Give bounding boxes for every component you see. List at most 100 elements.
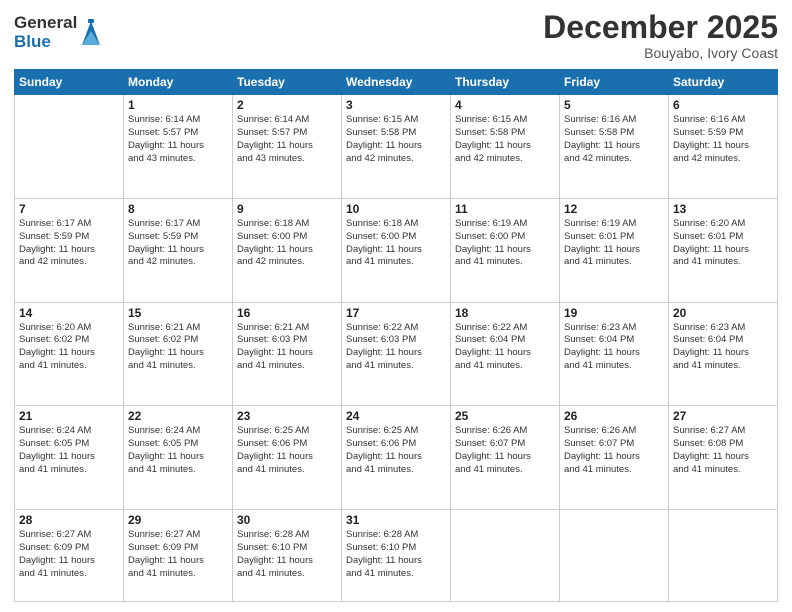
day-number: 8 [128, 202, 228, 216]
day-info: Sunrise: 6:16 AMSunset: 5:59 PMDaylight:… [673, 114, 773, 165]
day-cell: 22 Sunrise: 6:24 AMSunset: 6:05 PMDayligh… [124, 406, 233, 510]
day-number: 26 [564, 409, 664, 423]
day-info: Sunrise: 6:18 AMSunset: 6:00 PMDaylight:… [346, 218, 446, 269]
day-info: Sunrise: 6:22 AMSunset: 6:03 PMDaylight:… [346, 322, 446, 373]
day-cell: 1Sunrise: 6:14 AMSunset: 5:57 PMDaylight… [124, 95, 233, 199]
day-number: 10 [346, 202, 446, 216]
day-number: 21 [19, 409, 119, 423]
header-cell-sunday: Sunday [15, 70, 124, 95]
day-cell: 19Sunrise: 6:23 AMSunset: 6:04 PMDayligh… [560, 302, 669, 406]
day-info: Sunrise: 6:14 AMSunset: 5:57 PMDaylight:… [237, 114, 337, 165]
day-number: 3 [346, 98, 446, 112]
day-cell: 2 Sunrise: 6:14 AMSunset: 5:57 PMDaylight… [233, 95, 342, 199]
day-info: Sunrise: 6:25 AMSunset: 6:06 PMDaylight:… [346, 425, 446, 476]
day-cell: 25Sunrise: 6:26 AMSunset: 6:07 PMDayligh… [451, 406, 560, 510]
day-number: 18 [455, 306, 555, 320]
header-cell-saturday: Saturday [669, 70, 778, 95]
day-cell: 6 Sunrise: 6:16 AMSunset: 5:59 PMDaylight… [669, 95, 778, 199]
day-cell: 26 Sunrise: 6:26 AMSunset: 6:07 PMDayligh… [560, 406, 669, 510]
day-number: 20 [673, 306, 773, 320]
calendar-table: SundayMondayTuesdayWednesdayThursdayFrid… [14, 69, 778, 602]
day-cell: 5Sunrise: 6:16 AMSunset: 5:58 PMDaylight… [560, 95, 669, 199]
day-info: Sunrise: 6:20 AMSunset: 6:01 PMDaylight:… [673, 218, 773, 269]
day-cell: 29 Sunrise: 6:27 AMSunset: 6:09 PMDayligh… [124, 510, 233, 602]
day-info: Sunrise: 6:21 AMSunset: 6:03 PMDaylight:… [237, 322, 337, 373]
day-cell: 4 Sunrise: 6:15 AMSunset: 5:58 PMDaylight… [451, 95, 560, 199]
day-number: 22 [128, 409, 228, 423]
day-cell: 24Sunrise: 6:25 AMSunset: 6:06 PMDayligh… [342, 406, 451, 510]
day-number: 17 [346, 306, 446, 320]
day-number: 30 [237, 513, 337, 527]
day-number: 13 [673, 202, 773, 216]
week-row-1: 1Sunrise: 6:14 AMSunset: 5:57 PMDaylight… [15, 95, 778, 199]
day-number: 14 [19, 306, 119, 320]
day-cell [669, 510, 778, 602]
location: Bouyabo, Ivory Coast [543, 45, 778, 61]
logo-text: General Blue [14, 14, 77, 51]
day-info: Sunrise: 6:19 AMSunset: 6:00 PMDaylight:… [455, 218, 555, 269]
day-info: Sunrise: 6:22 AMSunset: 6:04 PMDaylight:… [455, 322, 555, 373]
day-cell: 13 Sunrise: 6:20 AMSunset: 6:01 PMDayligh… [669, 198, 778, 302]
day-info: Sunrise: 6:17 AMSunset: 5:59 PMDaylight:… [19, 218, 119, 269]
day-number: 27 [673, 409, 773, 423]
day-cell: 21Sunrise: 6:24 AMSunset: 6:05 PMDayligh… [15, 406, 124, 510]
logo-general: General [14, 14, 77, 33]
day-number: 5 [564, 98, 664, 112]
day-info: Sunrise: 6:26 AMSunset: 6:07 PMDaylight:… [455, 425, 555, 476]
month-title: December 2025 [543, 10, 778, 45]
day-info: Sunrise: 6:28 AMSunset: 6:10 PMDaylight:… [237, 529, 337, 580]
week-row-5: 28Sunrise: 6:27 AMSunset: 6:09 PMDayligh… [15, 510, 778, 602]
day-cell: 23Sunrise: 6:25 AMSunset: 6:06 PMDayligh… [233, 406, 342, 510]
day-cell: 27 Sunrise: 6:27 AMSunset: 6:08 PMDayligh… [669, 406, 778, 510]
day-info: Sunrise: 6:23 AMSunset: 6:04 PMDaylight:… [564, 322, 664, 373]
day-info: Sunrise: 6:17 AMSunset: 5:59 PMDaylight:… [128, 218, 228, 269]
header-cell-monday: Monday [124, 70, 233, 95]
day-info: Sunrise: 6:24 AMSunset: 6:05 PMDaylight:… [128, 425, 228, 476]
header-row: SundayMondayTuesdayWednesdayThursdayFrid… [15, 70, 778, 95]
day-info: Sunrise: 6:23 AMSunset: 6:04 PMDaylight:… [673, 322, 773, 373]
day-info: Sunrise: 6:20 AMSunset: 6:02 PMDaylight:… [19, 322, 119, 373]
header-cell-wednesday: Wednesday [342, 70, 451, 95]
day-cell: 3 Sunrise: 6:15 AMSunset: 5:58 PMDaylight… [342, 95, 451, 199]
day-info: Sunrise: 6:27 AMSunset: 6:08 PMDaylight:… [673, 425, 773, 476]
day-number: 31 [346, 513, 446, 527]
day-info: Sunrise: 6:19 AMSunset: 6:01 PMDaylight:… [564, 218, 664, 269]
page: General Blue December 2025 Bouyabo, Ivor… [0, 0, 792, 612]
day-number: 29 [128, 513, 228, 527]
day-cell: 30 Sunrise: 6:28 AMSunset: 6:10 PMDayligh… [233, 510, 342, 602]
day-number: 2 [237, 98, 337, 112]
day-info: Sunrise: 6:21 AMSunset: 6:02 PMDaylight:… [128, 322, 228, 373]
day-info: Sunrise: 6:15 AMSunset: 5:58 PMDaylight:… [455, 114, 555, 165]
day-cell: 18 Sunrise: 6:22 AMSunset: 6:04 PMDayligh… [451, 302, 560, 406]
day-cell [560, 510, 669, 602]
header-cell-thursday: Thursday [451, 70, 560, 95]
day-cell: 7 Sunrise: 6:17 AMSunset: 5:59 PMDaylight… [15, 198, 124, 302]
day-info: Sunrise: 6:14 AMSunset: 5:57 PMDaylight:… [128, 114, 228, 165]
day-number: 6 [673, 98, 773, 112]
week-row-3: 14 Sunrise: 6:20 AMSunset: 6:02 PMDayligh… [15, 302, 778, 406]
header-cell-tuesday: Tuesday [233, 70, 342, 95]
day-info: Sunrise: 6:27 AMSunset: 6:09 PMDaylight:… [19, 529, 119, 580]
title-block: December 2025 Bouyabo, Ivory Coast [543, 10, 778, 61]
day-cell: 17 Sunrise: 6:22 AMSunset: 6:03 PMDayligh… [342, 302, 451, 406]
day-number: 11 [455, 202, 555, 216]
day-number: 7 [19, 202, 119, 216]
day-number: 9 [237, 202, 337, 216]
day-cell: 9Sunrise: 6:18 AMSunset: 6:00 PMDaylight… [233, 198, 342, 302]
day-cell: 14 Sunrise: 6:20 AMSunset: 6:02 PMDayligh… [15, 302, 124, 406]
day-cell [451, 510, 560, 602]
day-info: Sunrise: 6:28 AMSunset: 6:10 PMDaylight:… [346, 529, 446, 580]
week-row-2: 7 Sunrise: 6:17 AMSunset: 5:59 PMDaylight… [15, 198, 778, 302]
day-cell: 12 Sunrise: 6:19 AMSunset: 6:01 PMDayligh… [560, 198, 669, 302]
day-info: Sunrise: 6:25 AMSunset: 6:06 PMDaylight:… [237, 425, 337, 476]
day-number: 16 [237, 306, 337, 320]
day-info: Sunrise: 6:26 AMSunset: 6:07 PMDaylight:… [564, 425, 664, 476]
day-cell: 28Sunrise: 6:27 AMSunset: 6:09 PMDayligh… [15, 510, 124, 602]
day-cell: 20 Sunrise: 6:23 AMSunset: 6:04 PMDayligh… [669, 302, 778, 406]
day-cell: 10 Sunrise: 6:18 AMSunset: 6:00 PMDayligh… [342, 198, 451, 302]
day-info: Sunrise: 6:27 AMSunset: 6:09 PMDaylight:… [128, 529, 228, 580]
day-cell: 11 Sunrise: 6:19 AMSunset: 6:00 PMDayligh… [451, 198, 560, 302]
day-number: 4 [455, 98, 555, 112]
day-info: Sunrise: 6:15 AMSunset: 5:58 PMDaylight:… [346, 114, 446, 165]
day-number: 12 [564, 202, 664, 216]
